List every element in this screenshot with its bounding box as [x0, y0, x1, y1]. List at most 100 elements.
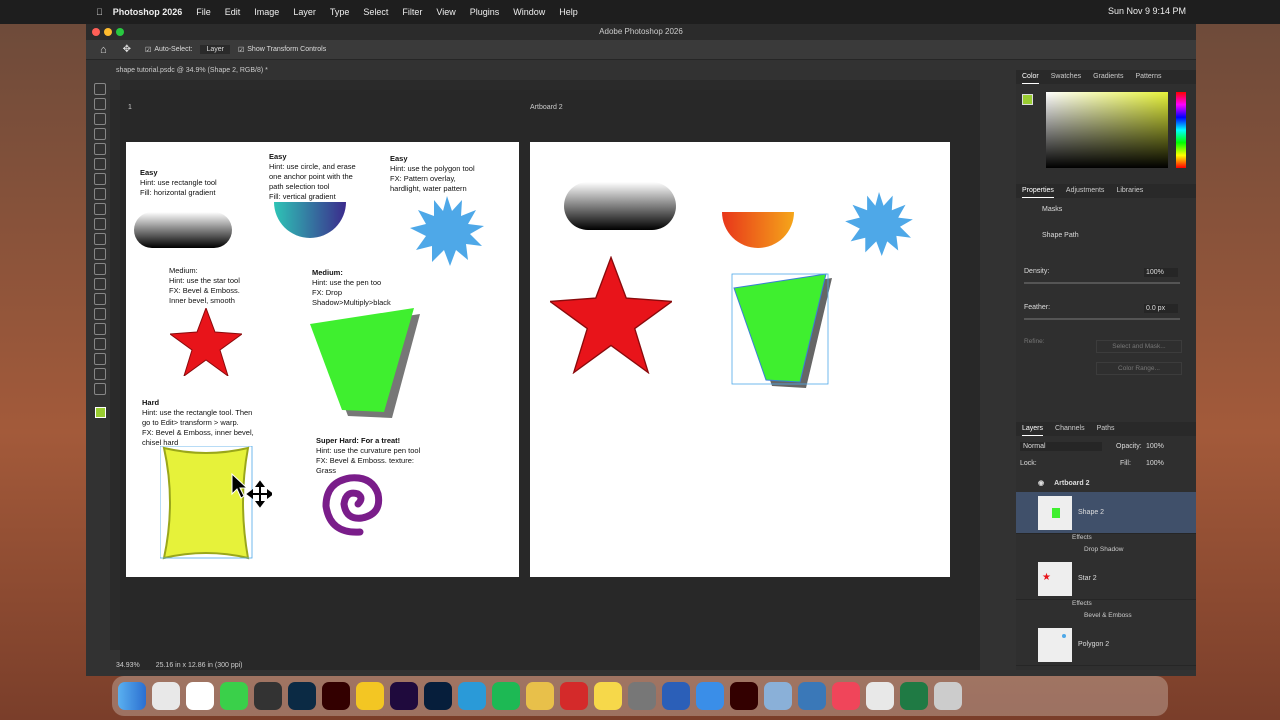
blur-tool[interactable] — [94, 278, 106, 290]
lightroom-classic-icon[interactable] — [288, 682, 316, 710]
eraser-tool[interactable] — [94, 248, 106, 260]
history-brush-tool[interactable] — [94, 233, 106, 245]
select-and-mask-button[interactable]: Select and Mask... — [1096, 340, 1182, 353]
lasso-tool[interactable] — [94, 113, 106, 125]
healing-tool[interactable] — [94, 188, 106, 200]
move-tool-icon[interactable]: ✥ — [123, 44, 131, 55]
marquee-tool[interactable] — [94, 98, 106, 110]
layer-name[interactable]: Polygon 2 — [1078, 641, 1109, 648]
excel-icon[interactable] — [900, 682, 928, 710]
music-icon[interactable] — [832, 682, 860, 710]
hand-tool[interactable] — [94, 368, 106, 380]
pen-tool[interactable] — [94, 308, 106, 320]
color-range-button[interactable]: Color Range... — [1096, 362, 1182, 375]
notes-icon[interactable] — [594, 682, 622, 710]
menu-select[interactable]: Select — [363, 7, 388, 17]
auto-select-checkbox[interactable]: ☑ — [145, 46, 151, 54]
tab-swatches[interactable]: Swatches — [1051, 70, 1081, 84]
artboard-2[interactable] — [530, 142, 950, 577]
tab-gradients[interactable]: Gradients — [1093, 70, 1123, 84]
premiere-icon[interactable] — [390, 682, 418, 710]
document-tab[interactable]: shape tutorial.psdc @ 34.9% (Shape 2, RG… — [116, 64, 996, 78]
transform-checkbox[interactable]: ☑ — [238, 46, 244, 54]
eyedropper-tool[interactable] — [94, 173, 106, 185]
app-icon[interactable] — [458, 682, 486, 710]
menu-edit[interactable]: Edit — [225, 7, 241, 17]
hue-slider[interactable] — [1176, 92, 1186, 168]
tab-patterns[interactable]: Patterns — [1135, 70, 1161, 84]
shape-tool[interactable] — [94, 353, 106, 365]
frame-tool[interactable] — [94, 158, 106, 170]
opacity-value[interactable]: 100% — [1146, 443, 1164, 450]
menu-file[interactable]: File — [196, 7, 211, 17]
acrobat-icon[interactable] — [866, 682, 894, 710]
tab-channels[interactable]: Channels — [1055, 422, 1085, 436]
crop-tool[interactable] — [94, 143, 106, 155]
layer-polygon-2[interactable]: Polygon 2 — [1016, 624, 1196, 666]
green-trapezoid[interactable] — [308, 308, 420, 420]
tab-layers[interactable]: Layers — [1022, 422, 1044, 436]
preview-icon[interactable] — [764, 682, 792, 710]
apple-icon[interactable]:  — [96, 7, 103, 17]
tab-adjustments[interactable]: Adjustments — [1066, 184, 1105, 198]
layer-shape-2[interactable]: Shape 2 — [1016, 492, 1196, 534]
app-icon[interactable] — [798, 682, 826, 710]
menu-help[interactable]: Help — [559, 7, 578, 17]
messages-icon[interactable] — [220, 682, 248, 710]
minimize-button[interactable] — [104, 28, 112, 36]
dodge-tool[interactable] — [94, 293, 106, 305]
move-tool[interactable] — [94, 83, 106, 95]
app-menu[interactable]: Photoshop 2026 — [113, 7, 183, 17]
word-icon[interactable] — [662, 682, 690, 710]
menu-layer[interactable]: Layer — [293, 7, 316, 17]
artboard-group-row[interactable]: ◉ Artboard 2 — [1016, 476, 1196, 492]
density-value[interactable]: 100% — [1144, 268, 1178, 277]
tab-color[interactable]: Color — [1022, 70, 1039, 84]
half-circle-gradient[interactable] — [274, 202, 346, 238]
menu-filter[interactable]: Filter — [402, 7, 422, 17]
foreground-color-swatch[interactable] — [95, 407, 106, 418]
mail-icon[interactable] — [696, 682, 724, 710]
layer-name[interactable]: Star 2 — [1078, 575, 1097, 582]
feather-slider[interactable] — [1024, 318, 1180, 320]
path-select-tool[interactable] — [94, 338, 106, 350]
photoshop-icon[interactable] — [424, 682, 452, 710]
spotify-icon[interactable] — [492, 682, 520, 710]
feather-value[interactable]: 0.0 px — [1144, 304, 1178, 313]
app-icon[interactable] — [526, 682, 554, 710]
calculator-icon[interactable] — [254, 682, 282, 710]
menu-image[interactable]: Image — [254, 7, 279, 17]
gradient-rounded-rect[interactable] — [134, 212, 232, 248]
menu-view[interactable]: View — [436, 7, 455, 17]
layer-dropdown[interactable]: Layer — [200, 45, 230, 54]
gradient-rounded-rect-2[interactable] — [564, 182, 676, 230]
chrome-icon[interactable] — [356, 682, 384, 710]
brush-tool[interactable] — [94, 203, 106, 215]
bevel-emboss-effect[interactable]: Bevel & Emboss — [1016, 612, 1196, 624]
layer-name[interactable]: Shape 2 — [1078, 509, 1104, 516]
zoom-level[interactable]: 34.93% — [116, 662, 140, 669]
fill-value[interactable]: 100% — [1146, 460, 1164, 467]
drop-shadow-effect[interactable]: Drop Shadow — [1016, 546, 1196, 558]
type-tool[interactable] — [94, 323, 106, 335]
gradient-tool[interactable] — [94, 263, 106, 275]
canvas-area[interactable]: 1 Artboard 2 Easy Hint: use rectangle too… — [120, 90, 980, 670]
finder-icon[interactable] — [118, 682, 146, 710]
photos-icon[interactable] — [186, 682, 214, 710]
blend-mode-select[interactable]: Normal — [1020, 442, 1102, 451]
artboard-1[interactable]: Easy Hint: use rectangle tool Fill: horizo… — [126, 142, 519, 577]
zoom-tool[interactable] — [94, 383, 106, 395]
blue-starburst-2[interactable] — [844, 192, 914, 256]
density-slider[interactable] — [1024, 282, 1180, 284]
menu-window[interactable]: Window — [513, 7, 545, 17]
close-button[interactable] — [92, 28, 100, 36]
stamp-tool[interactable] — [94, 218, 106, 230]
layer-star-2[interactable]: ★ Star 2 — [1016, 558, 1196, 600]
tab-paths[interactable]: Paths — [1097, 422, 1115, 436]
color-picker-field[interactable] — [1046, 92, 1168, 168]
half-circle-orange[interactable] — [722, 212, 794, 248]
tab-libraries[interactable]: Libraries — [1116, 184, 1143, 198]
red-star-small[interactable] — [170, 308, 242, 376]
zoom-button[interactable] — [116, 28, 124, 36]
illustrator-icon[interactable] — [730, 682, 758, 710]
